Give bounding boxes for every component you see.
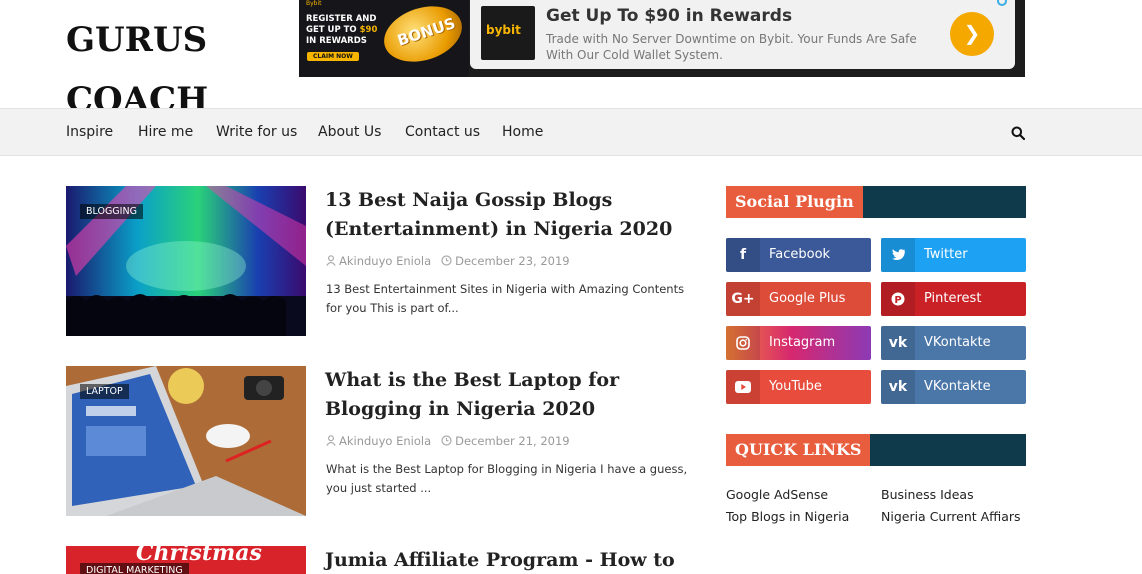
category-badge[interactable]: DIGITAL MARKETING [80, 563, 189, 574]
post-thumbnail[interactable]: BLOGGING [66, 186, 306, 336]
widget-title: Social Plugin [726, 186, 863, 218]
post-title[interactable]: Jumia Affiliate Program - How to [325, 546, 695, 574]
post-author[interactable]: Akinduyo Eniola [339, 254, 431, 268]
post-card: BLOGGING 13 Best Naija Gossip Blogs (Ent… [66, 186, 696, 336]
quick-link[interactable]: Business Ideas [881, 487, 974, 502]
ad-body: Trade with No Server Downtime on Bybit. … [546, 32, 917, 62]
user-icon [326, 255, 336, 266]
ad-claim-button[interactable]: CLAIM NOW [307, 52, 359, 61]
quick-links-header: QUICK LINKS [726, 434, 1026, 466]
youtube-button[interactable]: YouTube [726, 370, 871, 404]
chevron-right-icon: ❯ [963, 21, 981, 45]
clock-icon [441, 435, 452, 446]
search-icon[interactable] [1011, 126, 1025, 140]
post-date: December 23, 2019 [455, 254, 570, 268]
user-icon [326, 435, 336, 446]
post-meta: Akinduyo Eniola December 21, 2019 [326, 434, 570, 448]
social-label: Facebook [769, 247, 831, 262]
vkontakte-button[interactable]: vk VKontakte [881, 370, 1026, 404]
post-thumbnail[interactable]: Christmas DIGITAL MARKETING [66, 546, 306, 574]
post-excerpt: 13 Best Entertainment Sites in Nigeria w… [326, 282, 685, 315]
ad-bonus-coin: BONUS [376, 0, 470, 72]
pinterest-button[interactable]: P Pinterest [881, 282, 1026, 316]
post-title[interactable]: What is the Best Laptop for Blogging in … [325, 366, 695, 424]
twitter-button[interactable]: Twitter [881, 238, 1026, 272]
post-thumbnail[interactable]: LAPTOP [66, 366, 306, 516]
social-label: Pinterest [924, 291, 982, 306]
google-plus-icon: G+ [726, 282, 760, 316]
quick-link[interactable]: Top Blogs in Nigeria [726, 509, 849, 524]
advertisement-banner[interactable]: Bybit REGISTER AND GET UP TO $90 IN REWA… [299, 0, 1025, 77]
instagram-button[interactable]: Instagram [726, 326, 871, 360]
quick-link[interactable]: Nigeria Current Affiars [881, 509, 1021, 524]
youtube-icon [726, 370, 760, 404]
ad-promo-panel[interactable]: Bybit REGISTER AND GET UP TO $90 IN REWA… [299, 0, 470, 77]
social-label: YouTube [769, 379, 822, 394]
ad-promo-text: REGISTER AND GET UP TO $90 IN REWARDS [306, 14, 378, 46]
nav-item-contact-us[interactable]: Contact us [405, 124, 480, 140]
post-author[interactable]: Akinduyo Eniola [339, 434, 431, 448]
main-navigation: Inspire Hire me Write for us About Us Co… [0, 108, 1142, 156]
ad-brand-small: Bybit [306, 0, 322, 7]
category-badge[interactable]: BLOGGING [80, 204, 143, 219]
google-plus-button[interactable]: G+ Google Plus [726, 282, 871, 316]
ad-card[interactable]: bybit Get Up To $90 in Rewards Trade wit… [470, 0, 1015, 69]
social-label: Google Plus [769, 291, 846, 306]
ad-logo: bybit [481, 6, 535, 60]
ad-headline[interactable]: Get Up To $90 in Rewards [546, 6, 792, 26]
social-label: Twitter [924, 247, 968, 262]
vk-icon: vk [881, 326, 915, 360]
facebook-icon: f [726, 238, 760, 272]
post-excerpt: What is the Best Laptop for Blogging in … [326, 462, 688, 495]
vk-icon: vk [881, 370, 915, 404]
pinterest-icon: P [881, 282, 915, 316]
post-card: LAPTOP What is the Best Laptop for Blogg… [66, 366, 696, 516]
nav-item-hire-me[interactable]: Hire me [138, 124, 193, 140]
nav-item-write-for-us[interactable]: Write for us [216, 124, 297, 140]
post-card: Christmas DIGITAL MARKETING Jumia Affili… [66, 546, 696, 574]
twitter-icon [881, 238, 915, 272]
facebook-button[interactable]: f Facebook [726, 238, 871, 272]
post-title[interactable]: 13 Best Naija Gossip Blogs (Entertainmen… [325, 186, 695, 244]
nav-item-about-us[interactable]: About Us [318, 124, 381, 140]
widget-title: QUICK LINKS [726, 434, 871, 466]
post-date: December 21, 2019 [455, 434, 570, 448]
nav-item-inspire[interactable]: Inspire [66, 124, 113, 140]
vkontakte-button[interactable]: vk VKontakte [881, 326, 1026, 360]
category-badge[interactable]: LAPTOP [80, 384, 129, 399]
quick-link[interactable]: Google AdSense [726, 487, 828, 502]
ad-cta-button[interactable]: ❯ [950, 12, 994, 56]
clock-icon [441, 255, 452, 266]
social-label: Instagram [769, 335, 836, 350]
social-label: VKontakte [924, 379, 991, 394]
svg-text:P: P [894, 295, 901, 306]
social-plugin-header: Social Plugin [726, 186, 1026, 218]
instagram-icon [726, 326, 760, 360]
nav-item-home[interactable]: Home [502, 124, 543, 140]
social-label: VKontakte [924, 335, 991, 350]
post-meta: Akinduyo Eniola December 23, 2019 [326, 254, 570, 268]
